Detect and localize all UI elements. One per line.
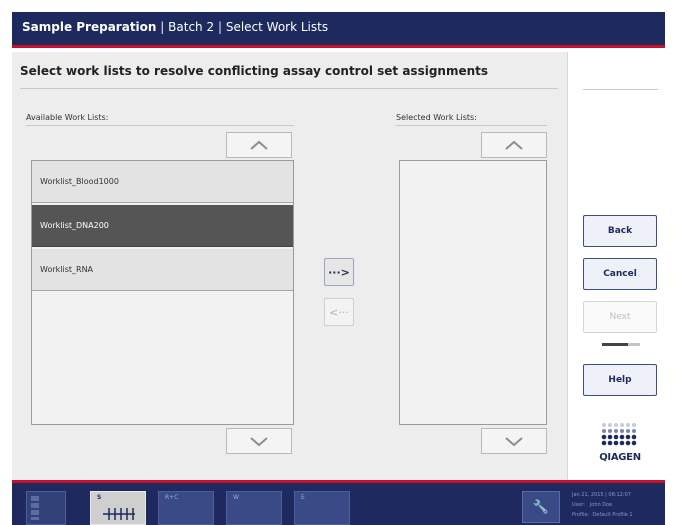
list-item-label: Worklist_DNA200	[40, 221, 109, 230]
available-scroll-down-button[interactable]	[226, 428, 292, 454]
tab-reagents-consumables[interactable]: R+C	[158, 491, 214, 525]
tools-button[interactable]: 🔧	[522, 491, 560, 523]
chevron-up-icon	[505, 140, 523, 150]
selected-work-list	[399, 160, 547, 425]
divider	[26, 125, 294, 126]
selected-scroll-down-button[interactable]	[481, 428, 547, 454]
cancel-button[interactable]: Cancel	[583, 258, 657, 290]
chevron-up-icon	[250, 140, 268, 150]
list-item-label: Worklist_Blood1000	[40, 177, 119, 186]
sample-rack-icon	[103, 508, 135, 520]
status-user-value: John Doe	[589, 502, 613, 508]
breadcrumb-batch: Batch 2	[168, 20, 215, 34]
chevron-down-icon	[505, 437, 523, 447]
status-user: User: John Doe	[572, 500, 633, 510]
selected-list-label: Selected Work Lists:	[396, 113, 477, 122]
status-user-label: User:	[572, 502, 585, 508]
tab-label: R+C	[165, 494, 179, 501]
main-panel: Select work lists to resolve conflicting…	[12, 52, 567, 480]
tab-waste[interactable]: W	[226, 491, 282, 525]
next-button[interactable]: Next	[583, 301, 657, 333]
side-panel: Back Cancel Next Help QIAGEN	[567, 52, 665, 480]
title-bar: Sample Preparation | Batch 2 | Select Wo…	[12, 12, 665, 48]
list-item[interactable]: Worklist_DNA200	[32, 205, 293, 247]
logo-text: QIAGEN	[599, 452, 641, 463]
help-button[interactable]: Help	[583, 364, 657, 396]
available-list-label: Available Work Lists:	[26, 113, 109, 122]
status-profile-label: Profile:	[572, 512, 590, 518]
tools-icon: 🔧	[532, 499, 550, 515]
chevron-down-icon	[250, 437, 268, 447]
status-profile-value: Default Profile 1	[592, 512, 633, 518]
divider	[583, 89, 658, 90]
tab-sample-preparation[interactable]: S	[90, 491, 146, 525]
logo-dots-icon	[601, 423, 637, 446]
available-work-list: Worklist_Blood1000 Worklist_DNA200 Workl…	[31, 160, 294, 425]
available-scroll-up-button[interactable]	[226, 132, 292, 158]
tab-label: W	[233, 494, 239, 501]
status-profile: Profile: Default Profile 1	[572, 510, 633, 520]
menu-button[interactable]	[26, 491, 66, 525]
bottom-bar: S R+C W E 🔧 Jan 21, 2015 | 08:12:07 User…	[12, 480, 665, 525]
status-info: Jan 21, 2015 | 08:12:07 User: John Doe P…	[572, 490, 633, 520]
breadcrumb-step: Select Work Lists	[225, 20, 329, 34]
tab-label: S	[97, 494, 102, 501]
list-item[interactable]: Worklist_RNA	[32, 249, 293, 291]
divider	[396, 125, 547, 126]
screen-heading: Select work lists to resolve conflicting…	[20, 64, 489, 78]
tab-label: E	[301, 494, 305, 501]
list-item[interactable]: Worklist_Blood1000	[32, 161, 293, 203]
step-indicator	[602, 343, 640, 346]
qiagen-logo: QIAGEN	[596, 422, 644, 470]
back-button[interactable]: Back	[583, 215, 657, 247]
move-left-button[interactable]: <···	[324, 298, 354, 326]
menu-icon	[31, 496, 39, 520]
page-title: Sample Preparation	[22, 20, 157, 34]
move-right-button[interactable]: ···>	[324, 258, 354, 286]
breadcrumb-separator: |	[217, 20, 222, 34]
tab-eluate[interactable]: E	[294, 491, 350, 525]
divider	[20, 88, 558, 89]
breadcrumb-separator: |	[160, 20, 165, 34]
breadcrumb: Sample Preparation | Batch 2 | Select Wo…	[22, 20, 328, 34]
status-datetime: Jan 21, 2015 | 08:12:07	[572, 492, 631, 498]
list-item-label: Worklist_RNA	[40, 265, 94, 274]
selected-scroll-up-button[interactable]	[481, 132, 547, 158]
